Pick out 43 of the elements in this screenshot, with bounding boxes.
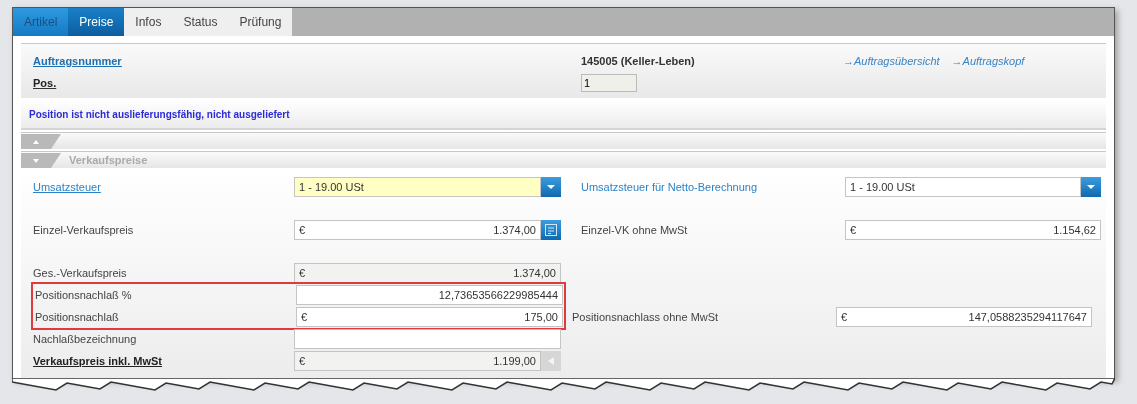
field-label: Verkaufspreis inkl. MwSt — [32, 355, 163, 367]
field-link[interactable]: Umsatzsteuer — [21, 181, 294, 193]
calculator-button[interactable] — [541, 220, 561, 240]
status-message: Position ist nicht auslieferungsfähig, nicht ausgeliefert — [29, 108, 290, 120]
input-field[interactable]: 12,73653566229985444 — [296, 285, 563, 305]
field-label: Positionsnachlaß % — [34, 289, 133, 301]
caret-icon — [1087, 185, 1095, 189]
tab[interactable]: Preise — [68, 8, 125, 36]
field-label: Umsatzsteuer für Netto-Berechnung — [580, 181, 759, 193]
toggle-button[interactable] — [21, 152, 61, 168]
caret-icon — [547, 185, 555, 189]
input-field[interactable]: € 1.374,00 — [294, 220, 541, 240]
field-label: Einzel-Verkaufspreis — [32, 224, 135, 236]
arrow-icon — [548, 357, 554, 365]
expand-icon — [21, 133, 61, 149]
dropdown-button[interactable] — [1081, 177, 1101, 197]
input-field[interactable]: € 147,0588235294117647 — [836, 307, 1092, 327]
select-field[interactable]: 1 - 19.00 USt — [294, 177, 541, 197]
input-field[interactable]: € 175,00 — [296, 307, 563, 327]
nav-link[interactable]: →Auftragskopf — [951, 55, 1025, 67]
tab[interactable]: Prüfung — [228, 8, 293, 36]
calculator-icon — [545, 224, 557, 236]
input-field[interactable]: € 1.154,62 — [845, 220, 1101, 240]
collapse-icon — [21, 152, 61, 168]
section-title: Verkaufspreise — [69, 154, 148, 166]
toggle-button[interactable] — [21, 133, 61, 149]
order-value: 145005 (Keller-Leben) — [581, 55, 696, 67]
input-field[interactable]: € 1.199,00 — [294, 351, 541, 371]
input-field[interactable]: € 1.374,00 — [294, 263, 561, 283]
order-number-link[interactable]: Auftragsnummer — [33, 55, 122, 67]
dropdown-button[interactable] — [541, 177, 561, 197]
position-label: Pos. — [33, 77, 57, 89]
input-field[interactable]: 1 — [581, 74, 637, 92]
field-label: Einzel-VK ohne MwSt — [580, 224, 689, 236]
tab[interactable]: Infos — [124, 8, 173, 36]
select-field[interactable]: 1 - 19.00 USt — [845, 177, 1081, 197]
field-label: Positionsnachlass ohne MwSt — [571, 311, 720, 323]
field-label: Positionsnachlaß — [34, 311, 120, 323]
input-field[interactable] — [294, 329, 561, 349]
field-label: Nachlaßbezeichnung — [32, 333, 138, 345]
nav-link[interactable]: →Auftragsübersicht — [843, 55, 940, 67]
field-label: Ges.-Verkaufspreis — [32, 267, 128, 279]
tab[interactable]: Status — [172, 8, 229, 36]
